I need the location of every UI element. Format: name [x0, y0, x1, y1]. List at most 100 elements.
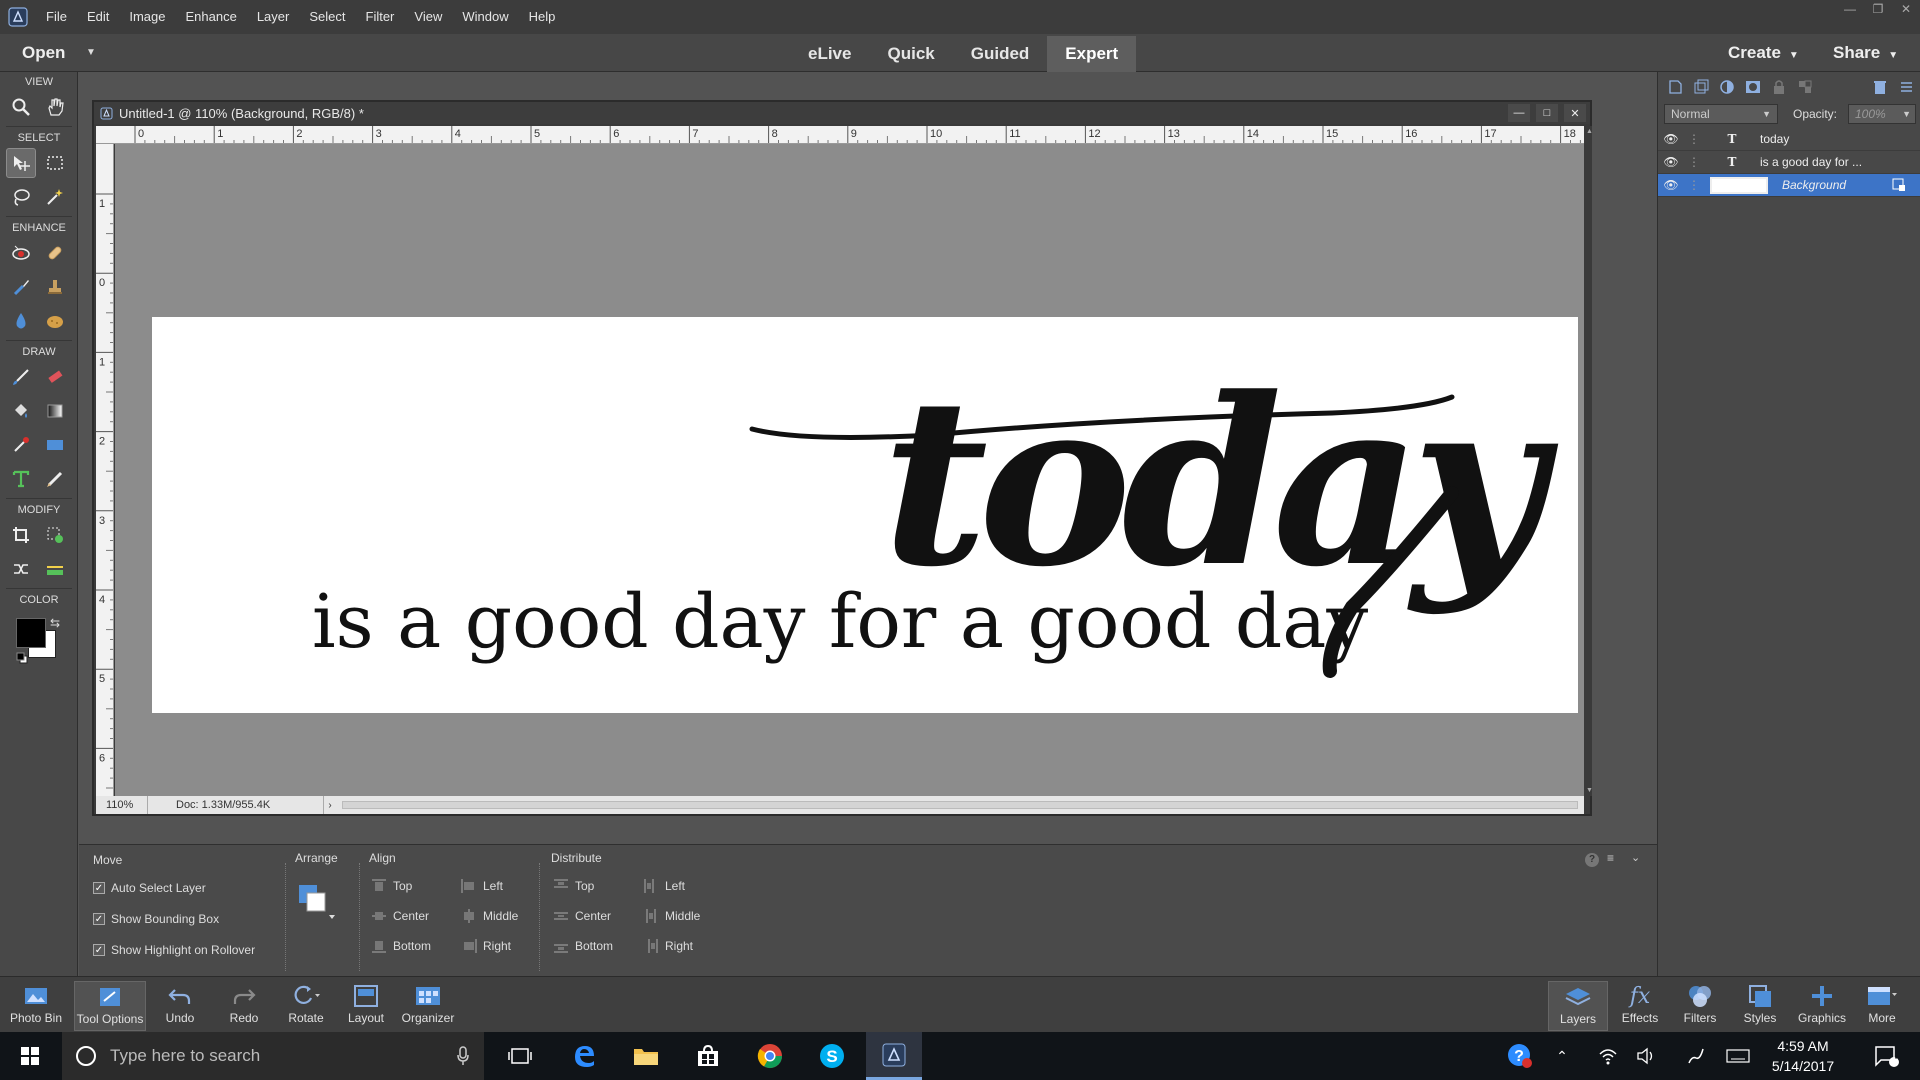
- red-eye-tool-icon[interactable]: [6, 238, 36, 268]
- layers-button[interactable]: Layers: [1548, 981, 1608, 1031]
- recompose-tool-icon[interactable]: [40, 520, 70, 550]
- open-dropdown-icon[interactable]: ▼: [86, 34, 96, 72]
- tool-options-button[interactable]: Tool Options: [74, 981, 146, 1031]
- close-icon[interactable]: ✕: [1892, 0, 1920, 18]
- open-button[interactable]: Open: [22, 34, 65, 72]
- tab-quick[interactable]: Quick: [869, 36, 952, 72]
- zoom-level[interactable]: 110%: [96, 796, 148, 814]
- align-right-button[interactable]: Right: [461, 939, 511, 953]
- layer-row-today[interactable]: 👁 ⋮ T today: [1658, 128, 1920, 151]
- wifi-icon[interactable]: [1590, 1032, 1626, 1080]
- auto-select-layer-checkbox[interactable]: ✓ Auto Select Layer: [93, 881, 206, 895]
- content-aware-move-tool-icon[interactable]: [6, 554, 36, 584]
- gradient-tool-icon[interactable]: [40, 396, 70, 426]
- start-button[interactable]: [2, 1032, 58, 1080]
- blur-tool-icon[interactable]: [6, 306, 36, 336]
- layer-row-background[interactable]: 👁 ⋮ Background: [1658, 174, 1920, 197]
- doc-close-icon[interactable]: ✕: [1564, 104, 1586, 122]
- share-button[interactable]: Share ▼: [1833, 34, 1898, 72]
- link-icon[interactable]: ⋮: [1684, 132, 1704, 146]
- task-view-icon[interactable]: [492, 1032, 548, 1080]
- show-bounding-box-checkbox[interactable]: ✓ Show Bounding Box: [93, 912, 219, 926]
- distribute-bottom-button[interactable]: Bottom: [553, 939, 613, 953]
- distribute-right-button[interactable]: Right: [643, 939, 693, 953]
- horizontal-scrollbar[interactable]: [342, 801, 1578, 809]
- swap-colors-icon[interactable]: ⇆: [50, 616, 60, 630]
- clone-stamp-tool-icon[interactable]: [40, 272, 70, 302]
- taskbar-search-input[interactable]: Type here to search: [62, 1032, 484, 1080]
- scroll-up-icon[interactable]: ▲: [1586, 128, 1593, 135]
- foreground-color-swatch[interactable]: [16, 618, 46, 648]
- file-explorer-icon[interactable]: [618, 1032, 674, 1080]
- vertical-scrollbar[interactable]: ▲ ▼: [1584, 126, 1593, 796]
- show-highlight-checkbox[interactable]: ✓ Show Highlight on Rollover: [93, 943, 255, 957]
- pen-ink-icon[interactable]: [1676, 1032, 1716, 1080]
- adjustment-layer-icon[interactable]: [1718, 78, 1736, 96]
- distribute-middle-button[interactable]: Middle: [643, 909, 700, 923]
- menu-layer[interactable]: Layer: [247, 0, 300, 34]
- lock-all-icon[interactable]: [1770, 78, 1788, 96]
- action-center-icon[interactable]: 4: [1858, 1032, 1914, 1080]
- scroll-down-icon[interactable]: ▼: [1586, 787, 1593, 794]
- keyboard-icon[interactable]: [1718, 1032, 1758, 1080]
- visibility-eye-icon[interactable]: 👁: [1658, 155, 1684, 169]
- doc-minimize-icon[interactable]: —: [1508, 104, 1530, 122]
- menu-enhance[interactable]: Enhance: [176, 0, 247, 34]
- crop-tool-icon[interactable]: [6, 520, 36, 550]
- tab-expert[interactable]: Expert: [1047, 36, 1137, 72]
- arrange-dropdown-icon[interactable]: [297, 883, 337, 923]
- doc-maximize-icon[interactable]: □: [1536, 104, 1558, 122]
- help-tray-icon[interactable]: ?: [1500, 1032, 1540, 1080]
- delete-layer-icon[interactable]: [1871, 78, 1889, 96]
- menu-select[interactable]: Select: [299, 0, 355, 34]
- align-bottom-button[interactable]: Bottom: [371, 939, 431, 953]
- minimize-icon[interactable]: —: [1836, 0, 1864, 18]
- rotate-button[interactable]: Rotate: [276, 981, 336, 1031]
- styles-button[interactable]: Styles: [1730, 981, 1790, 1031]
- text-today[interactable]: today: [882, 348, 1568, 618]
- panel-menu-icon[interactable]: [1897, 78, 1915, 96]
- menu-image[interactable]: Image: [119, 0, 175, 34]
- blend-mode-select[interactable]: Normal ▼: [1664, 104, 1778, 124]
- opacity-input[interactable]: 100% ▼: [1848, 104, 1916, 124]
- status-menu-icon[interactable]: ›: [324, 800, 336, 811]
- chrome-icon[interactable]: [742, 1032, 798, 1080]
- default-colors-icon[interactable]: [16, 652, 28, 664]
- paint-bucket-tool-icon[interactable]: [6, 396, 36, 426]
- shape-tool-icon[interactable]: [40, 430, 70, 460]
- layout-button[interactable]: Layout: [336, 981, 396, 1031]
- zoom-tool-icon[interactable]: [6, 92, 36, 122]
- new-layer-icon[interactable]: [1666, 78, 1684, 96]
- lock-transparent-icon[interactable]: [1796, 78, 1814, 96]
- microphone-icon[interactable]: [456, 1046, 470, 1066]
- align-left-button[interactable]: Left: [461, 879, 503, 893]
- sponge-tool-icon[interactable]: [40, 306, 70, 336]
- menu-view[interactable]: View: [404, 0, 452, 34]
- organizer-button[interactable]: Organizer: [396, 981, 460, 1031]
- eraser-tool-icon[interactable]: [40, 362, 70, 392]
- effects-button[interactable]: fx Effects: [1610, 981, 1670, 1031]
- create-button[interactable]: Create ▼: [1728, 34, 1799, 72]
- hand-tool-icon[interactable]: [40, 92, 70, 122]
- store-icon[interactable]: [680, 1032, 736, 1080]
- distribute-top-button[interactable]: Top: [553, 879, 594, 893]
- more-button[interactable]: More: [1852, 981, 1912, 1031]
- layer-row-good-day[interactable]: 👁 ⋮ T is a good day for ...: [1658, 151, 1920, 174]
- spot-healing-tool-icon[interactable]: [40, 238, 70, 268]
- app-logo-icon[interactable]: [0, 0, 36, 34]
- menu-filter[interactable]: Filter: [356, 0, 405, 34]
- undo-button[interactable]: Undo: [150, 981, 210, 1031]
- visibility-eye-icon[interactable]: 👁: [1658, 132, 1684, 146]
- options-menu-icon[interactable]: ≡: [1607, 851, 1614, 865]
- menu-edit[interactable]: Edit: [77, 0, 119, 34]
- eyedropper-tool-icon[interactable]: [6, 430, 36, 460]
- collapse-options-icon[interactable]: ⌄: [1631, 851, 1640, 864]
- photo-bin-button[interactable]: Photo Bin: [6, 981, 66, 1031]
- brush-tool-icon[interactable]: [6, 362, 36, 392]
- chevron-up-icon[interactable]: ⌃: [1544, 1032, 1580, 1080]
- move-tool-icon[interactable]: [6, 148, 36, 178]
- lasso-tool-icon[interactable]: [6, 182, 36, 212]
- filters-button[interactable]: Filters: [1670, 981, 1730, 1031]
- edge-browser-icon[interactable]: [556, 1032, 612, 1080]
- magic-wand-tool-icon[interactable]: [40, 182, 70, 212]
